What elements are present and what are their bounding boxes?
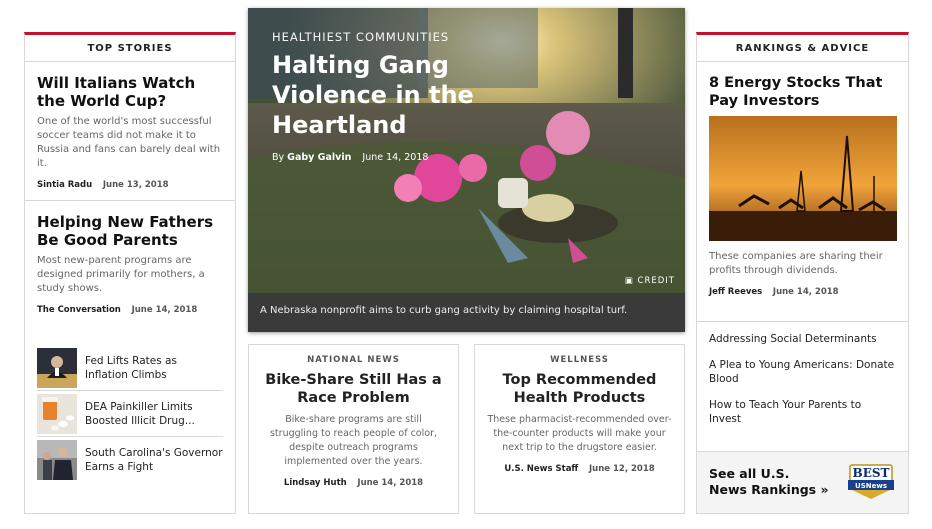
mini-story-fed[interactable]: Fed Lifts Rates as Inflation Climbs [37,345,223,391]
hero-title[interactable]: Halting Gang Violence in the Heartland [272,50,512,140]
rankings-column: RANKINGS & ADVICE 8 Energy Stocks That P… [696,32,909,514]
hero-byline: By Gaby Galvin June 14, 2018 [272,152,512,163]
rankings-links: Addressing Social Determinants A Plea to… [697,322,908,426]
story-dek: One of the world's most successful socce… [37,116,221,169]
story-date: June 13, 2018 [102,180,169,190]
card-title[interactable]: Bike-Share Still Has a Race Problem [261,371,446,407]
hero-story[interactable]: HEALTHIEST COMMUNITIES Halting Gang Viol… [248,8,685,332]
card-kicker[interactable]: WELLNESS [487,355,672,365]
card-byline: U.S. News Staff June 12, 2018 [487,464,672,474]
card-kicker[interactable]: NATIONAL NEWS [261,355,446,365]
hero-caption: A Nebraska nonprofit aims to curb gang a… [260,305,628,316]
story-dek: Most new-parent programs are designed pr… [37,255,205,294]
see-all-label[interactable]: See all U.S. News Rankings » [709,466,829,498]
story-title[interactable]: Helping New Fathers Be Good Parents [37,213,223,249]
card-health-products[interactable]: WELLNESS Top Recommended Health Products… [474,344,685,514]
card-date: June 14, 2018 [357,478,424,488]
card-dek: These pharmacist-recommended over-the-co… [487,414,672,453]
hero-date: June 14, 2018 [362,152,429,163]
badge-usnews-text: USNews [855,482,887,490]
mini-story-dea[interactable]: DEA Painkiller Limits Boosted Illicit Dr… [37,391,223,437]
link-social-determinants[interactable]: Addressing Social Determinants [709,332,896,346]
photo-credit-button[interactable]: ▣ CREDIT [625,276,675,286]
card-dek: Bike-share programs are still struggling… [269,414,437,467]
story-byline: The Conversation June 14, 2018 [37,305,223,315]
story-date: June 14, 2018 [772,287,839,297]
top-stories-header: TOP STORIES [25,35,235,62]
card-author[interactable]: U.S. News Staff [504,464,578,474]
mini-story-list: Fed Lifts Rates as Inflation Climbs DEA … [25,345,235,483]
pills-thumbnail[interactable] [37,393,77,434]
hero-by-prefix: By [272,152,285,163]
badge-best-text: BEST [853,466,890,480]
link-teach-parents-invest[interactable]: How to Teach Your Parents to Invest [709,398,896,426]
mini-story-title[interactable]: DEA Painkiller Limits Boosted Illicit Dr… [85,400,223,428]
card-date: June 12, 2018 [589,464,655,474]
story-date: June 14, 2018 [131,305,198,315]
governor-thumbnail[interactable] [37,440,77,480]
story-italians[interactable]: Will Italians Watch the World Cup? One o… [25,62,235,200]
mini-story-title[interactable]: Fed Lifts Rates as Inflation Climbs [85,354,223,382]
story-dek: These companies are sharing their profit… [709,251,883,276]
story-author[interactable]: Jeff Reeves [709,287,762,297]
card-byline: Lindsay Huth June 14, 2018 [261,478,446,488]
story-byline: Sintia Radu June 13, 2018 [37,180,223,190]
story-title[interactable]: 8 Energy Stocks That Pay Investors [709,74,896,110]
story-byline: Jeff Reeves June 14, 2018 [709,287,896,297]
hero-text: HEALTHIEST COMMUNITIES Halting Gang Viol… [272,30,512,163]
story-fathers[interactable]: Helping New Fathers Be Good Parents Most… [25,201,235,337]
credit-label: CREDIT [637,276,675,286]
story-title[interactable]: Will Italians Watch the World Cup? [37,74,223,110]
fed-chairman-thumbnail[interactable] [37,347,77,388]
card-bike-share[interactable]: NATIONAL NEWS Bike-Share Still Has a Rac… [248,344,459,514]
card-author[interactable]: Lindsay Huth [284,478,347,488]
card-title[interactable]: Top Recommended Health Products [487,371,672,407]
camera-icon: ▣ [624,276,634,286]
best-usnews-badge-icon: BEST USNews [848,464,894,499]
story-author[interactable]: Sintia Radu [37,180,92,190]
hero-category[interactable]: HEALTHIEST COMMUNITIES [272,30,512,44]
story-author[interactable]: The Conversation [37,305,121,315]
link-donate-blood[interactable]: A Plea to Young Americans: Donate Blood [709,358,896,386]
story-energy-stocks[interactable]: 8 Energy Stocks That Pay Investors These… [697,62,908,321]
hero-author[interactable]: Gaby Galvin [287,152,351,163]
mini-story-carolina[interactable]: South Carolina's Governor Earns a Fight [37,437,223,483]
see-all-rankings-link[interactable]: See all U.S. News Rankings » BEST USNews [697,451,908,513]
mini-story-title[interactable]: South Carolina's Governor Earns a Fight [85,446,223,474]
rankings-header: RANKINGS & ADVICE [697,35,908,62]
oil-field-sunset-image[interactable] [709,116,897,241]
top-stories-column: TOP STORIES Will Italians Watch the Worl… [24,32,236,514]
